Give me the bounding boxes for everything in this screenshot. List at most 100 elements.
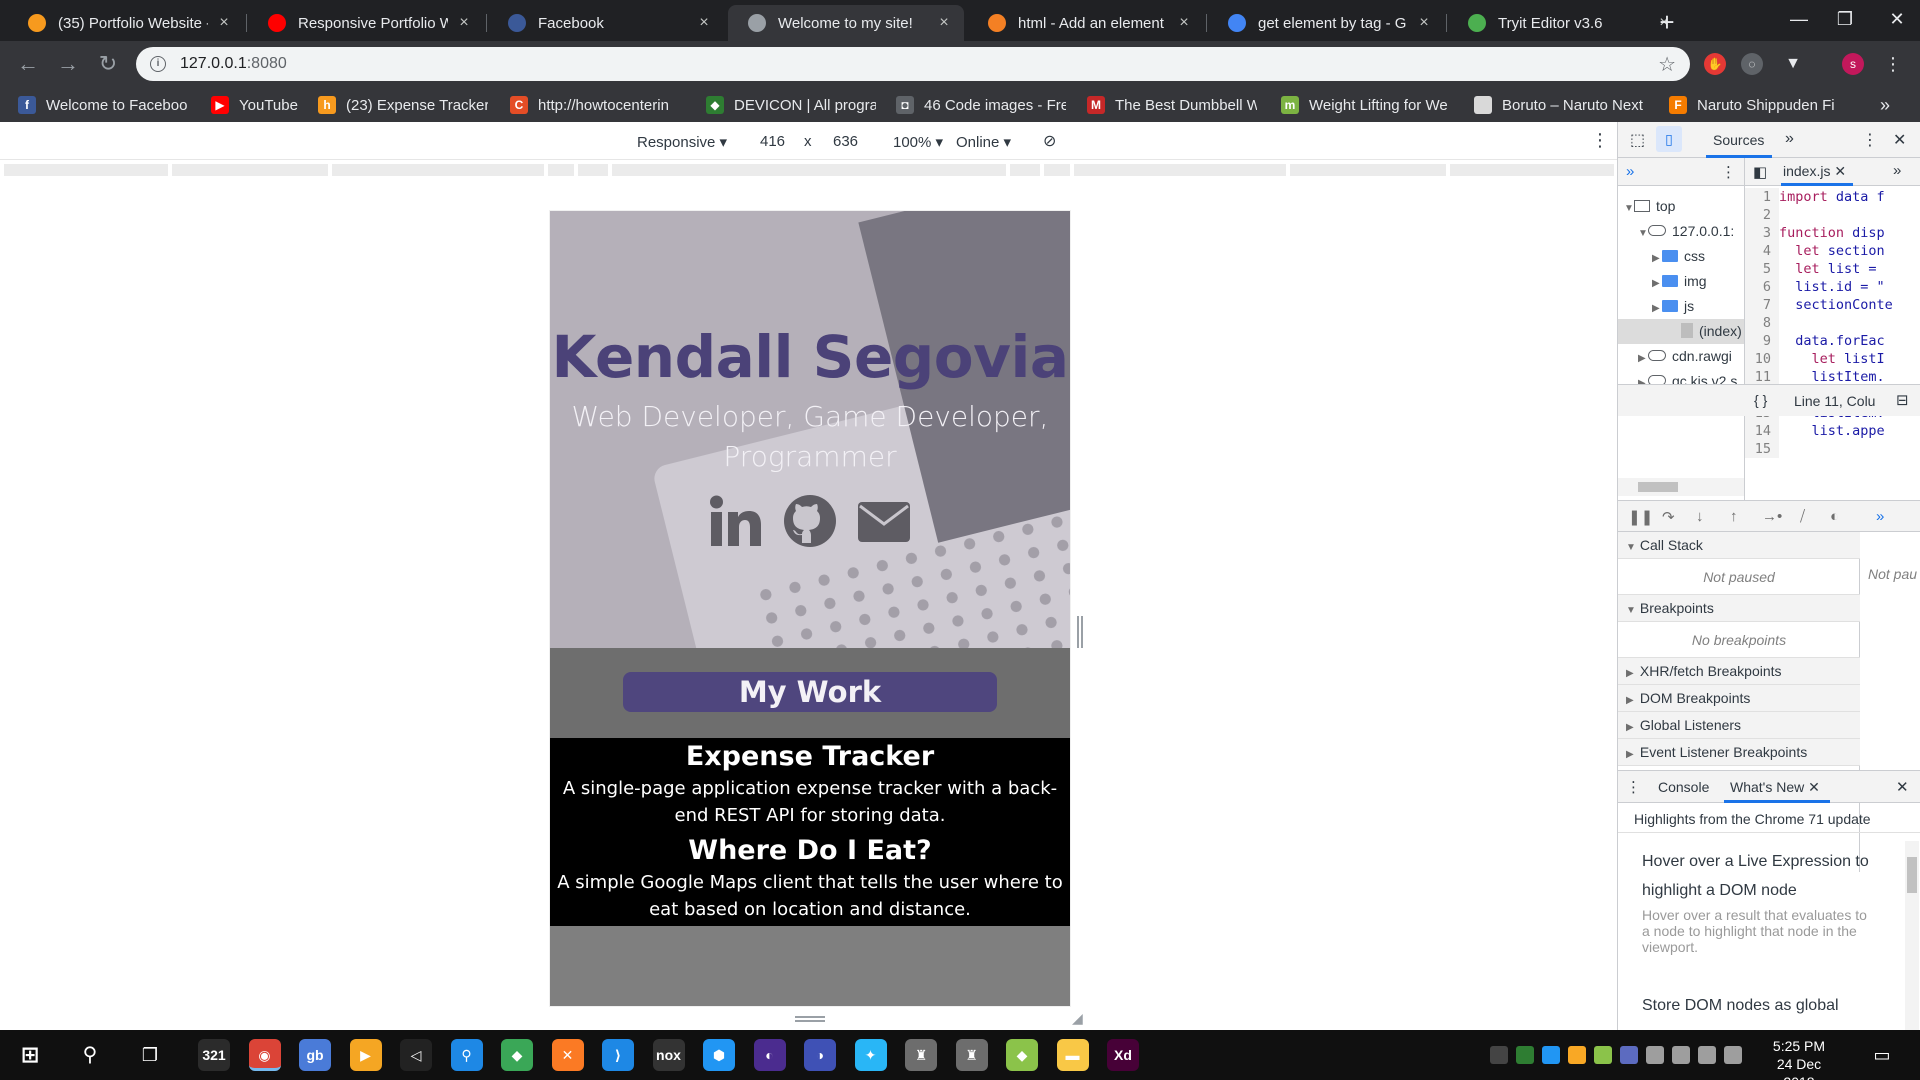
adblock-extension-icon[interactable]: ✋ xyxy=(1704,53,1726,75)
bookmark-item[interactable]: f Welcome to Faceboo xyxy=(18,94,188,116)
toggle-navigator-icon[interactable]: ◧ xyxy=(1753,163,1767,181)
expand-arrow-icon[interactable]: ▶ xyxy=(1652,271,1662,296)
code-line[interactable]: 8 xyxy=(1745,314,1920,332)
browser-tab[interactable]: Tryit Editor v3.6 × xyxy=(1448,5,1684,41)
extension-icon[interactable]: ◌ xyxy=(1741,53,1763,75)
line-number[interactable]: 8 xyxy=(1745,314,1779,332)
drawer-scrollbar[interactable] xyxy=(1905,841,1919,1031)
code-line[interactable]: 1 import data f xyxy=(1745,188,1920,206)
game-icon-2[interactable]: ♜ xyxy=(955,1039,988,1071)
git-kraken-icon[interactable]: ◆ xyxy=(501,1039,533,1071)
tree-item[interactable]: ▶ js xyxy=(1652,294,1694,319)
tray-icon[interactable] xyxy=(1594,1046,1612,1064)
hexagon-app-icon[interactable]: ⬢ xyxy=(703,1039,735,1071)
my-work-button[interactable]: My Work xyxy=(623,672,997,712)
expand-arrow-icon[interactable]: ▼ xyxy=(1624,196,1634,221)
language-icon[interactable] xyxy=(1724,1046,1742,1064)
whats-new-item-title[interactable]: Store DOM nodes as global xyxy=(1642,997,1897,1015)
unity-icon[interactable]: ◁ xyxy=(400,1039,432,1071)
bookmark-item[interactable]: ▶ YouTube xyxy=(211,94,306,116)
width-input[interactable]: 416 xyxy=(760,133,785,150)
feather-icon[interactable]: ✦ xyxy=(854,1039,887,1071)
line-number[interactable]: 15 xyxy=(1745,440,1779,458)
media-player-icon[interactable]: ▶ xyxy=(349,1039,382,1071)
drawer-menu-icon[interactable]: ⋮ xyxy=(1626,778,1641,796)
tree-item[interactable]: ▼ top xyxy=(1624,194,1675,219)
code-line[interactable]: 5 let list = xyxy=(1745,260,1920,278)
gb-app-icon[interactable]: gb xyxy=(299,1039,331,1071)
close-icon[interactable]: × xyxy=(696,14,712,32)
address-bar[interactable]: i 127.0.0.1 :8080 ☆ xyxy=(136,47,1690,81)
breakpoints-header[interactable]: ▼ Breakpoints xyxy=(1618,595,1860,622)
coverage-icon[interactable]: ⊟ xyxy=(1896,391,1909,409)
whats-new-item-title[interactable]: Hover over a Live Expression to highligh… xyxy=(1642,847,1897,905)
browser-tab[interactable]: Responsive Portfolio W × xyxy=(248,5,484,41)
drawer-close-icon[interactable]: ✕ xyxy=(1896,778,1909,796)
bookmarks-overflow-icon[interactable]: » xyxy=(1880,95,1890,116)
resize-handle-right[interactable] xyxy=(1077,616,1083,648)
expand-arrow-icon[interactable]: ▼ xyxy=(1638,221,1648,246)
media-query-bar[interactable] xyxy=(0,162,1617,178)
email-icon[interactable] xyxy=(854,491,914,551)
browser-tab[interactable]: html - Add an element × xyxy=(968,5,1204,41)
xampp-icon[interactable]: ✕ xyxy=(551,1039,584,1071)
close-icon[interactable]: × xyxy=(1176,14,1192,32)
tab-whats-new[interactable]: What's New ✕ xyxy=(1730,779,1820,796)
resize-handle-bottom[interactable] xyxy=(795,1016,825,1022)
moon-app-icon[interactable]: ◑ xyxy=(804,1039,836,1071)
close-icon[interactable]: × xyxy=(936,14,952,32)
back-button[interactable]: ← xyxy=(12,48,44,80)
call-stack-header[interactable]: ▼ Call Stack xyxy=(1618,532,1860,559)
volume-icon[interactable] xyxy=(1698,1046,1716,1064)
bookmark-item[interactable]: Chttp://howtocenterin xyxy=(510,94,680,116)
tray-icon[interactable] xyxy=(1516,1046,1534,1064)
step-over-icon[interactable]: ↷ xyxy=(1662,508,1675,526)
zoom-select[interactable]: 100% ▾ xyxy=(893,133,943,151)
expand-arrow-icon[interactable]: ▶ xyxy=(1638,346,1648,371)
deactivate-breakpoints-icon[interactable]: ⧸ xyxy=(1800,508,1805,525)
xhr-breakpoints-header[interactable]: ▶ XHR/fetch Breakpoints xyxy=(1618,658,1860,685)
file-explorer-icon[interactable]: ▬ xyxy=(1056,1039,1089,1071)
rotate-icon[interactable]: ⊘ xyxy=(1043,131,1056,151)
line-number[interactable]: 4 xyxy=(1745,242,1779,260)
scrollbar-thumb[interactable] xyxy=(1638,482,1678,492)
tray-icon[interactable] xyxy=(1490,1046,1508,1064)
chrome-icon[interactable]: ◉ xyxy=(248,1039,281,1071)
forward-button[interactable]: → xyxy=(52,48,84,80)
vue-devtools-icon[interactable]: ▼ xyxy=(1782,53,1804,75)
pause-on-exceptions-icon[interactable]: ◐ xyxy=(1830,508,1839,525)
task-view-icon[interactable]: ❐ xyxy=(134,1039,166,1071)
navigator-scrollbar[interactable] xyxy=(1618,478,1744,496)
code-line[interactable]: 4 let section xyxy=(1745,242,1920,260)
bookmark-item[interactable]: h (23) Expense Tracker xyxy=(318,94,488,116)
code-line[interactable]: 9 data.forEac xyxy=(1745,332,1920,350)
expand-arrow-icon[interactable]: ▶ xyxy=(1652,296,1662,321)
navigator-menu-icon[interactable]: ⋮ xyxy=(1721,163,1736,181)
maps-icon[interactable]: ⚲ xyxy=(450,1039,483,1071)
browser-tab[interactable]: (35) Portfolio Website - × xyxy=(8,5,244,41)
search-icon[interactable]: ⚲ xyxy=(74,1039,106,1071)
tree-item[interactable]: ▼ 127.0.0.1: xyxy=(1638,219,1734,244)
linkedin-icon[interactable] xyxy=(706,491,766,551)
code-line[interactable]: 2 xyxy=(1745,206,1920,224)
line-number[interactable]: 2 xyxy=(1745,206,1779,224)
game-icon-1[interactable]: ♜ xyxy=(905,1039,937,1071)
git-gui-icon[interactable]: ◆ xyxy=(1006,1039,1038,1071)
step-out-icon[interactable]: ↑ xyxy=(1730,508,1738,525)
code-line[interactable]: 14 list.appe xyxy=(1745,422,1920,440)
minimize-button[interactable]: — xyxy=(1776,0,1822,41)
project-card[interactable]: Expense Tracker A single-page applicatio… xyxy=(550,739,1070,829)
code-line[interactable]: 3 function disp xyxy=(1745,224,1920,242)
inspect-icon[interactable]: ⬚ xyxy=(1630,130,1645,150)
browser-tab[interactable]: Facebook × xyxy=(488,5,724,41)
expand-arrow-icon[interactable]: ▶ xyxy=(1652,246,1662,271)
event-listener-breakpoints-header[interactable]: ▶ Event Listener Breakpoints xyxy=(1618,739,1860,766)
browser-tab[interactable]: get element by tag - G × xyxy=(1208,5,1444,41)
tree-item[interactable]: ▶ css xyxy=(1652,244,1705,269)
tray-icon[interactable] xyxy=(1620,1046,1638,1064)
close-icon[interactable]: × xyxy=(456,14,472,32)
info-icon[interactable]: i xyxy=(150,56,166,72)
tree-item[interactable]: ▶ cdn.rawgi xyxy=(1638,344,1732,369)
nox-icon[interactable]: nox xyxy=(652,1039,685,1071)
code-line[interactable]: 6 list.id = " xyxy=(1745,278,1920,296)
